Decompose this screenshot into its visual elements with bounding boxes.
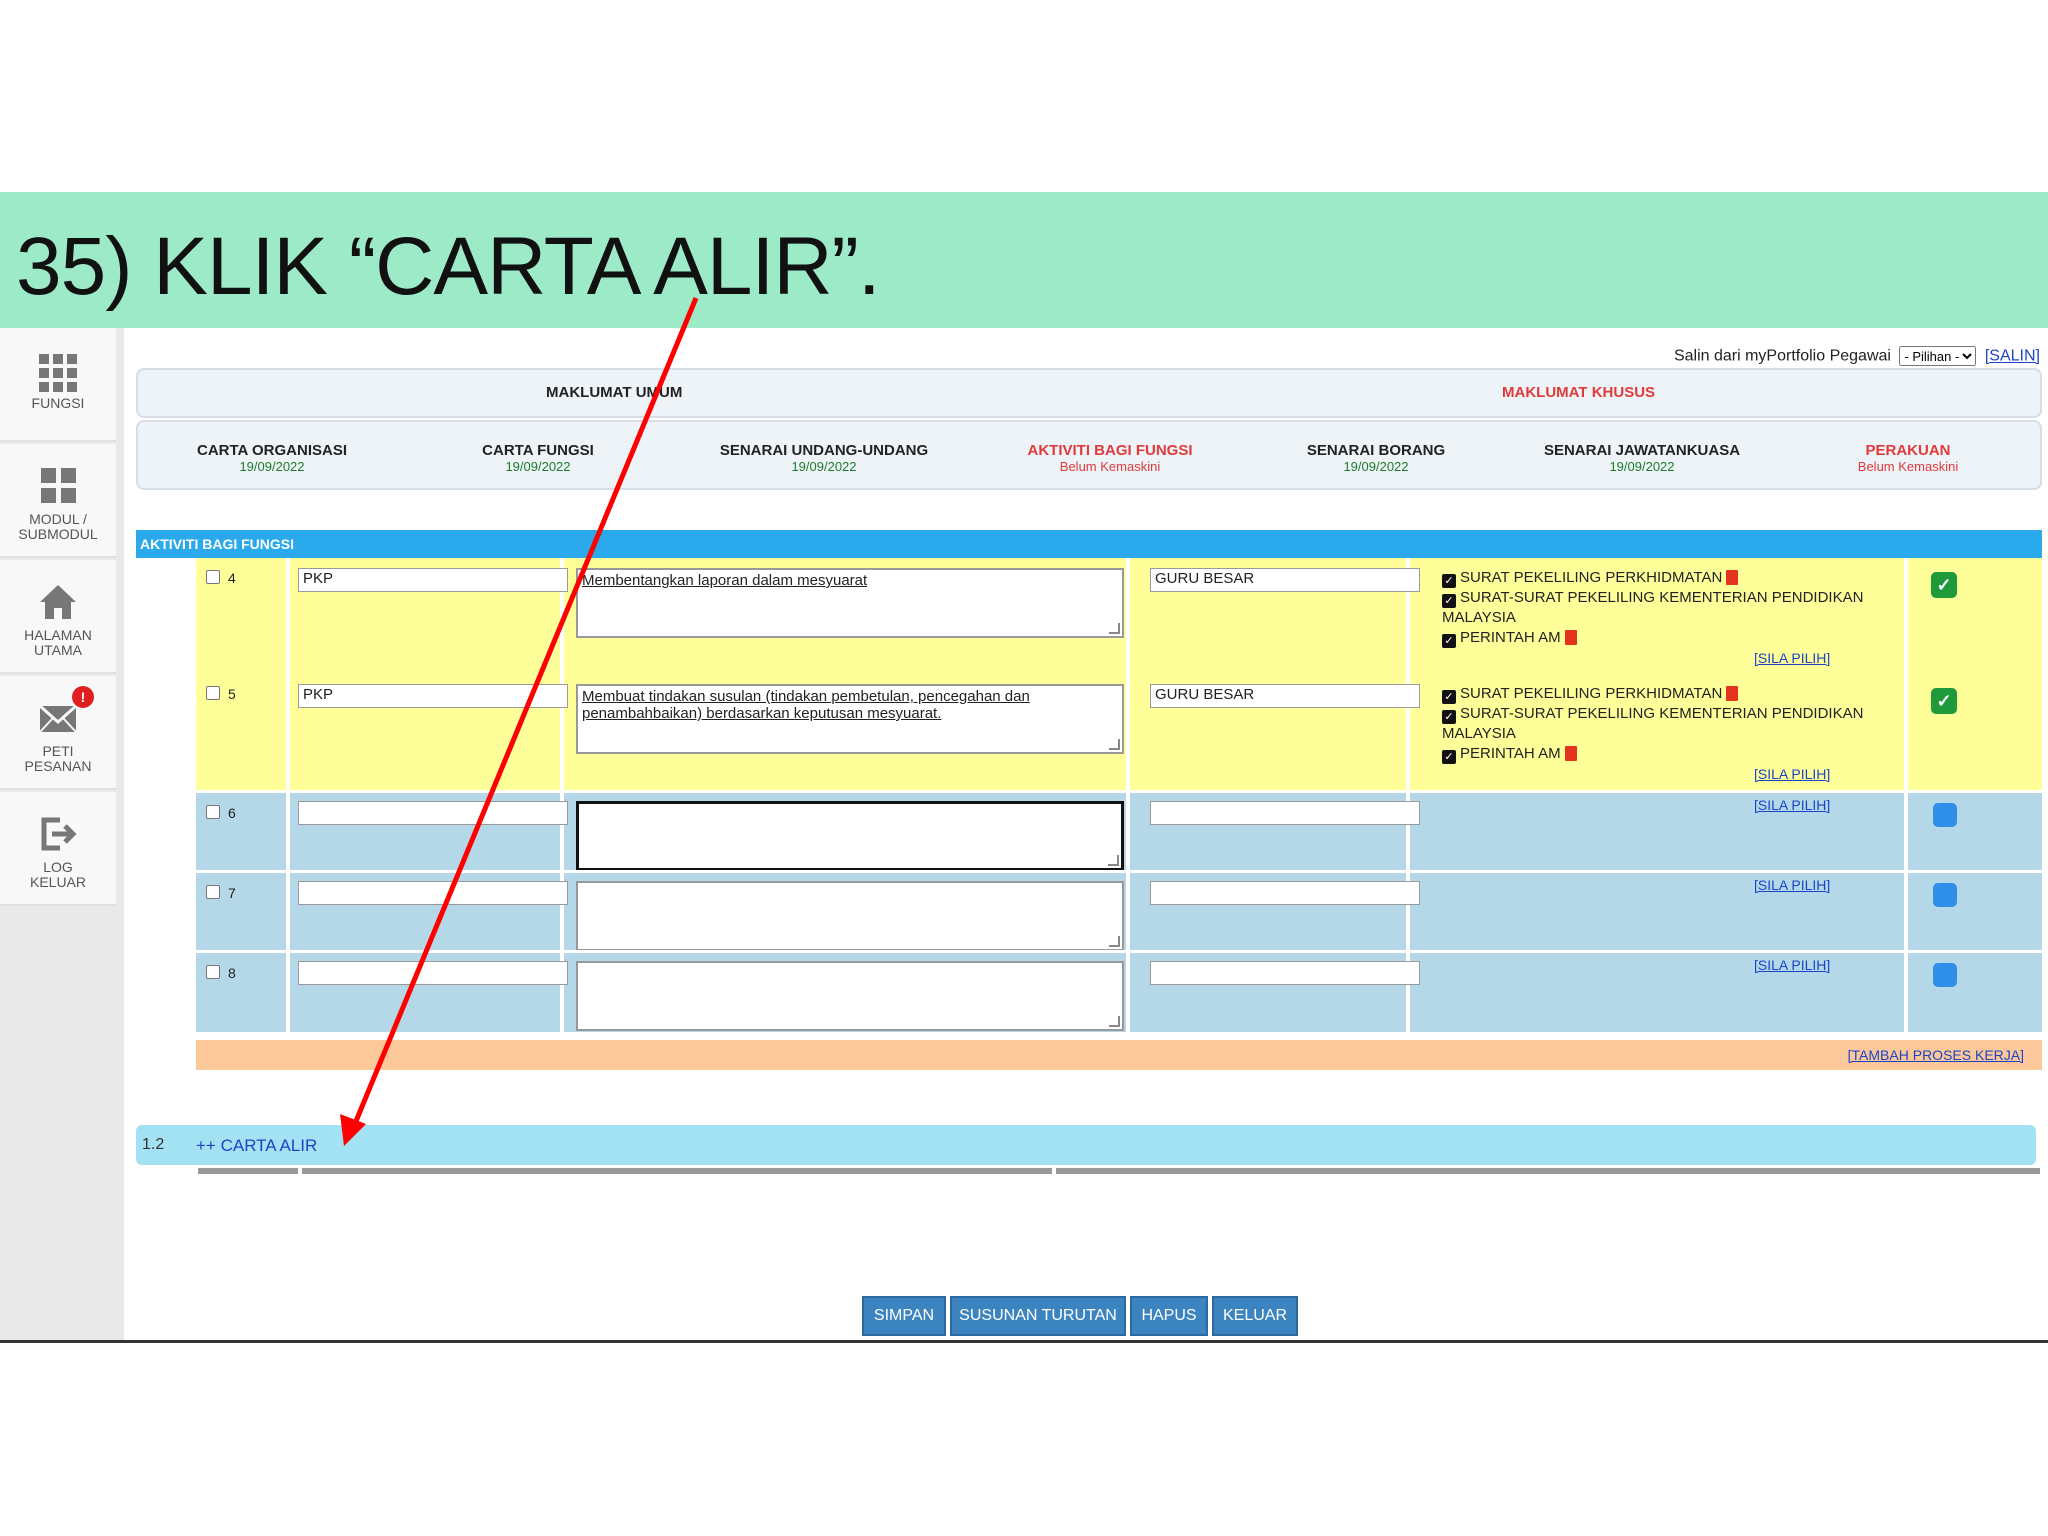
annotation-arrow	[340, 297, 699, 1146]
